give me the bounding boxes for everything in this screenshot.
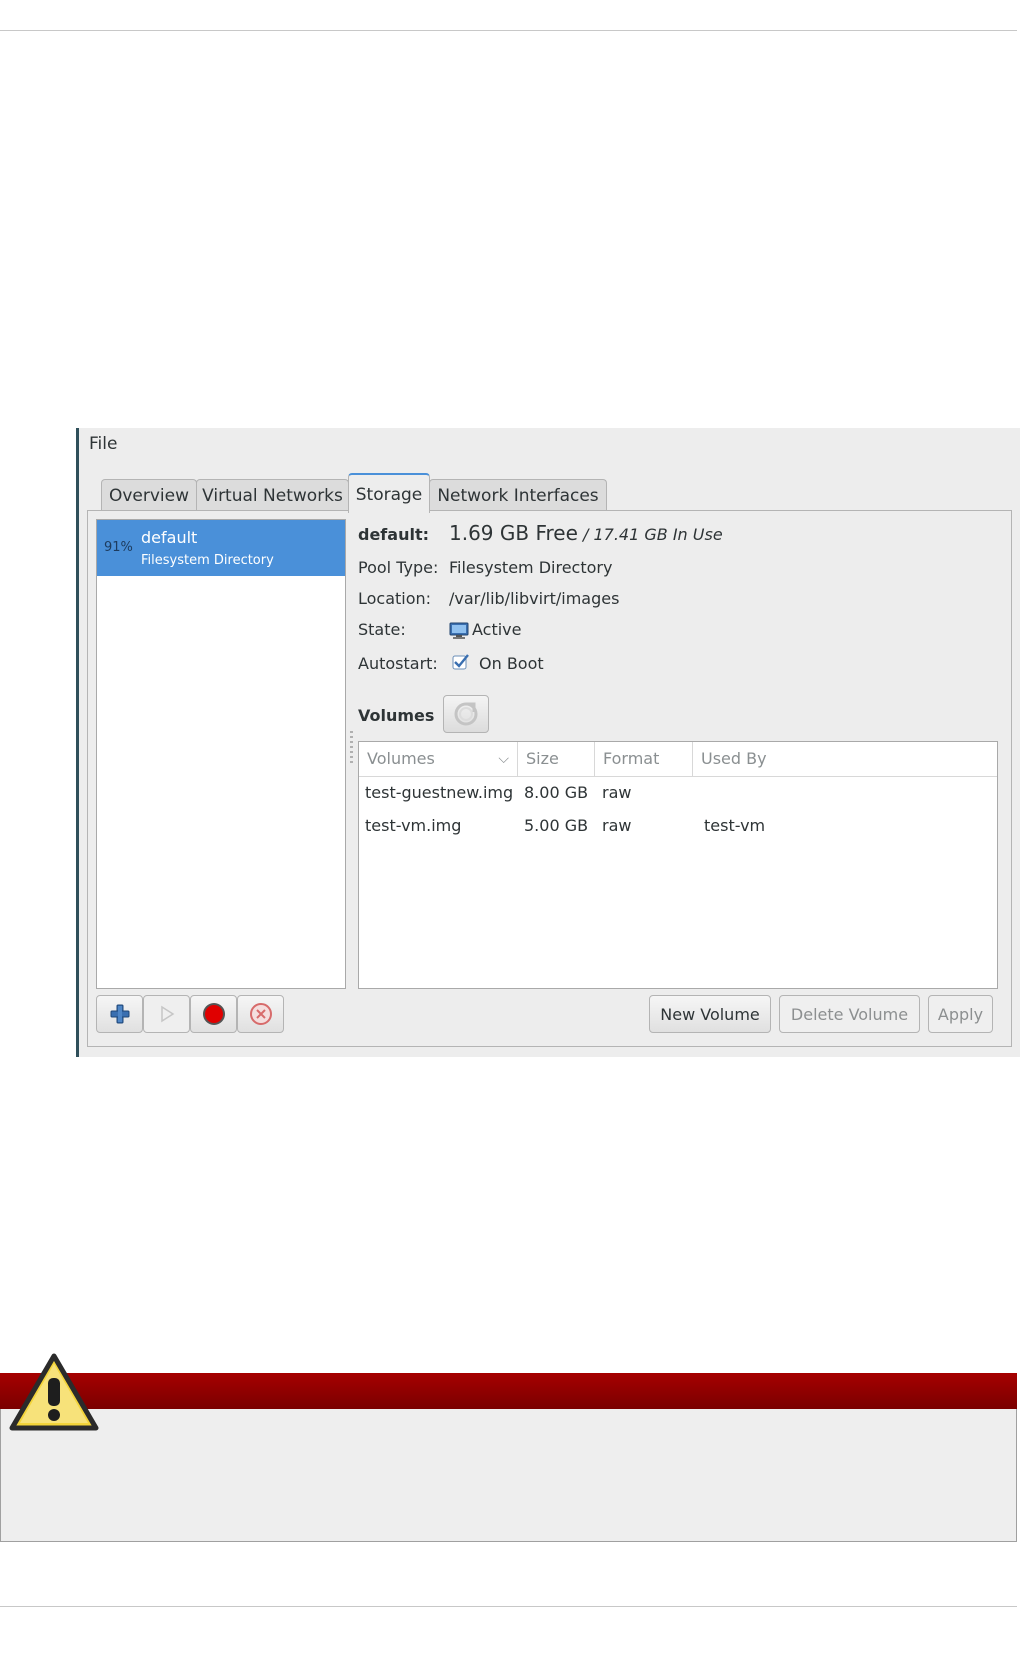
warning-header-bar	[0, 1373, 1017, 1409]
volume-used-by: test-vm	[704, 816, 766, 835]
add-pool-button[interactable]	[96, 995, 143, 1033]
delete-icon	[249, 1002, 273, 1026]
storage-tab-panel: 91% default Filesystem Directory default…	[87, 510, 1012, 1047]
pool-name: default	[141, 528, 198, 547]
add-icon	[110, 1004, 130, 1024]
volumes-table[interactable]: Volumes ⌵ Size Format Used By test-guest…	[358, 741, 998, 989]
monitor-icon	[449, 622, 469, 644]
column-format[interactable]: Format	[595, 742, 693, 776]
stop-pool-button[interactable]	[190, 995, 237, 1033]
autostart-value: On Boot	[479, 654, 544, 673]
menu-file[interactable]: File	[89, 434, 117, 454]
bottom-rule	[0, 1606, 1017, 1607]
storage-manager-window: File Overview Virtual Networks Storage N…	[76, 428, 1020, 1057]
autostart-checkbox[interactable]	[452, 653, 470, 675]
autostart-label: Autostart:	[358, 654, 438, 673]
tab-network-interfaces[interactable]: Network Interfaces	[429, 479, 607, 511]
delete-volume-button[interactable]: Delete Volume	[779, 995, 920, 1033]
chevron-down-icon: ⌵	[498, 751, 509, 767]
column-volumes[interactable]: Volumes ⌵	[359, 742, 518, 776]
stop-icon	[202, 1002, 226, 1026]
table-row[interactable]: test-guestnew.img 8.00 GB raw	[359, 776, 997, 809]
volumes-label: Volumes	[358, 706, 435, 725]
tab-virtual-networks[interactable]: Virtual Networks	[196, 479, 349, 511]
pool-usage-percent: 91%	[104, 540, 133, 555]
pool-type: Filesystem Directory	[141, 553, 274, 568]
used-space: / 17.41 GB In Use	[583, 525, 723, 544]
pool-row-default[interactable]: 91% default Filesystem Directory	[97, 520, 345, 576]
pool-type-label: Pool Type:	[358, 558, 439, 577]
column-size[interactable]: Size	[518, 742, 595, 776]
tab-storage[interactable]: Storage	[348, 473, 430, 513]
refresh-volumes-button[interactable]	[443, 695, 489, 733]
warning-icon	[8, 1352, 100, 1438]
volumes-table-header: Volumes ⌵ Size Format Used By	[359, 742, 997, 777]
table-row[interactable]: test-vm.img 5.00 GB raw test-vm	[359, 809, 997, 842]
location-label: Location:	[358, 589, 432, 608]
delete-pool-button[interactable]	[237, 995, 284, 1033]
warning-body	[0, 1409, 1017, 1542]
pool-list[interactable]: 91% default Filesystem Directory	[96, 519, 346, 989]
play-icon	[158, 1005, 176, 1023]
refresh-icon	[453, 701, 479, 727]
volume-format: raw	[602, 816, 632, 835]
column-used-by[interactable]: Used By	[693, 742, 997, 776]
volume-size: 8.00 GB	[524, 783, 589, 802]
volume-name: test-guestnew.img	[365, 783, 514, 802]
new-volume-button[interactable]: New Volume	[649, 995, 771, 1033]
tab-overview[interactable]: Overview	[101, 479, 197, 511]
volume-format: raw	[602, 783, 632, 802]
state-value: Active	[472, 620, 522, 639]
pool-type-value: Filesystem Directory	[449, 558, 613, 577]
pool-name-label: default:	[358, 525, 429, 544]
pool-capacity: 1.69 GB Free / 17.41 GB In Use	[449, 521, 723, 545]
apply-button[interactable]: Apply	[928, 995, 993, 1033]
free-space: 1.69 GB Free	[449, 521, 578, 545]
start-pool-button[interactable]	[143, 995, 190, 1033]
location-value: /var/lib/libvirt/images	[449, 589, 620, 608]
pane-resize-handle[interactable]	[350, 731, 353, 765]
top-rule	[0, 30, 1017, 31]
state-label: State:	[358, 620, 406, 639]
pool-details: default: 1.69 GB Free / 17.41 GB In Use …	[358, 519, 998, 989]
volume-name: test-vm.img	[365, 816, 462, 835]
menubar: File	[79, 428, 1020, 458]
volume-size: 5.00 GB	[524, 816, 589, 835]
